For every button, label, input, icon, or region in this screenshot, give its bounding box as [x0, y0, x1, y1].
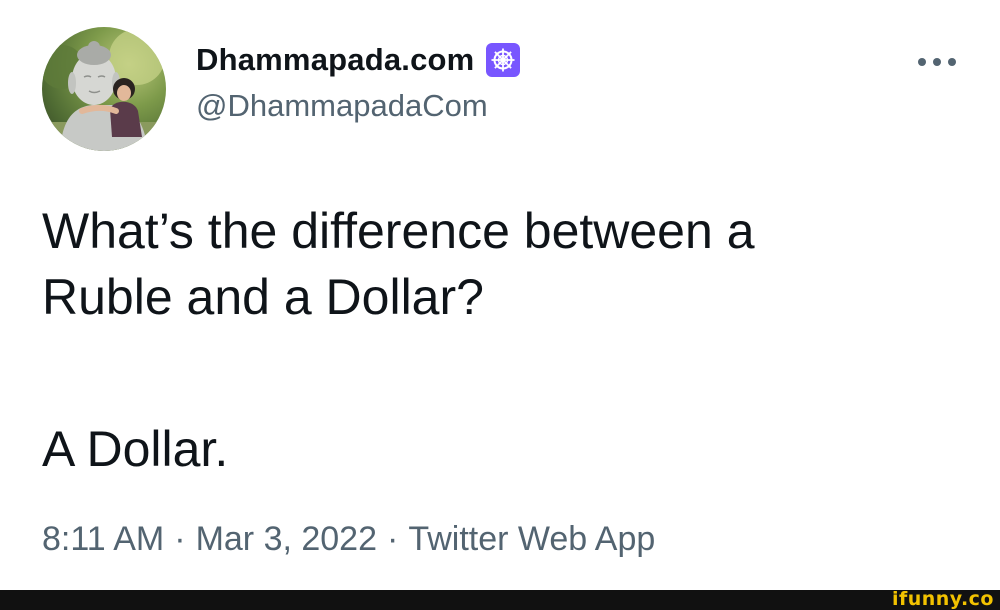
tweet-text-line: What’s the difference between a [42, 203, 755, 259]
account-handle[interactable]: @DhammapadaCom [196, 88, 520, 124]
tweet-metadata: 8:11 AM · Mar 3, 2022 · Twitter Web App [42, 520, 655, 559]
avatar[interactable] [42, 27, 166, 151]
tweet-time[interactable]: 8:11 AM [42, 520, 164, 558]
more-dot [933, 58, 941, 66]
tweet-text-line: Ruble and a Dollar? [42, 269, 484, 325]
more-dot [948, 58, 956, 66]
tweet-card: Dhammapada.com @DhammapadaCom What’s the… [0, 0, 1000, 590]
display-name-row: Dhammapada.com [196, 38, 521, 82]
tweet-source: Twitter Web App [408, 520, 656, 558]
buddha-statue-avatar-image [42, 29, 166, 151]
watermark-bar: ifunny.co [0, 590, 1000, 610]
display-name[interactable]: Dhammapada.com [196, 42, 474, 78]
meta-separator: · [174, 520, 186, 558]
tweet-text-line: A Dollar. [42, 421, 229, 477]
meta-separator: · [387, 520, 399, 558]
account-header: Dhammapada.com @DhammapadaCom [196, 38, 521, 124]
ifunny-watermark: ifunny.co [891, 588, 994, 610]
tweet-text: What’s the difference between a Ruble an… [42, 198, 962, 482]
more-options-icon[interactable] [918, 54, 956, 70]
more-dot [918, 58, 926, 66]
dharma-wheel-icon [486, 43, 521, 77]
tweet-date[interactable]: Mar 3, 2022 [196, 520, 377, 558]
